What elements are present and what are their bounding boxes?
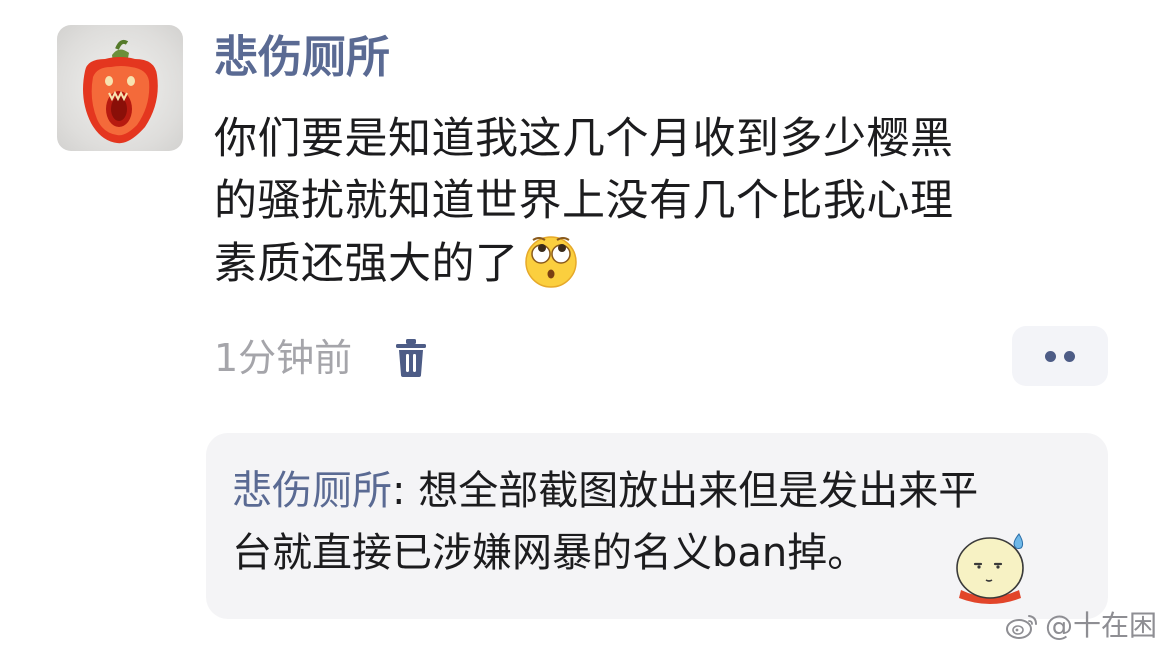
post-author-name[interactable]: 悲伤厕所 xyxy=(214,28,390,88)
pepper-avatar-image xyxy=(83,39,158,144)
post-text-line: 的骚扰就知道世界上没有几个比我心理 xyxy=(214,176,954,226)
avatar[interactable] xyxy=(57,25,183,151)
reply-body: 悲伤厕所: 想全部截图放出来但是发出来平 台就直接已涉嫌网暴的名义ban掉。 xyxy=(232,460,1072,584)
reply-line-2: 台就直接已涉嫌网暴的名义ban掉。 xyxy=(232,522,1072,584)
more-dots-icon xyxy=(1064,351,1075,362)
post-text-line: 素质还强大的了 xyxy=(214,239,519,289)
post-timestamp: 1分钟前 xyxy=(214,336,353,380)
more-options-button[interactable] xyxy=(1012,326,1108,386)
reply-separator: : xyxy=(392,468,419,514)
trash-icon xyxy=(396,339,426,377)
reply-author-name[interactable]: 悲伤厕所 xyxy=(232,468,392,514)
comment-screen: 悲伤厕所 你们要是知道我这几个月收到多少樱黑 的骚扰就知道世界上没有几个比我心理… xyxy=(0,0,1169,654)
watermark-text: @十在困 xyxy=(1044,609,1157,642)
weibo-watermark: @十在困 xyxy=(1005,608,1157,644)
sweat-face-sticker-icon xyxy=(956,533,1024,604)
reply-line-1: 悲伤厕所: 想全部截图放出来但是发出来平 xyxy=(232,460,1072,522)
weibo-icon xyxy=(1005,615,1037,639)
post-text-line-last: 素质还强大的了 xyxy=(214,232,1094,295)
post-body: 你们要是知道我这几个月收到多少樱黑 的骚扰就知道世界上没有几个比我心理 素质还强… xyxy=(214,108,1094,295)
reply-text: 想全部截图放出来但是发出来平 xyxy=(418,468,979,514)
eye-roll-emoji-icon xyxy=(524,236,577,288)
more-dots-icon xyxy=(1045,351,1056,362)
reply-text: 台就直接已涉嫌网暴的名义ban掉。 xyxy=(232,530,868,576)
post-text-line: 你们要是知道我这几个月收到多少樱黑 xyxy=(214,114,954,164)
delete-button[interactable] xyxy=(393,338,429,378)
